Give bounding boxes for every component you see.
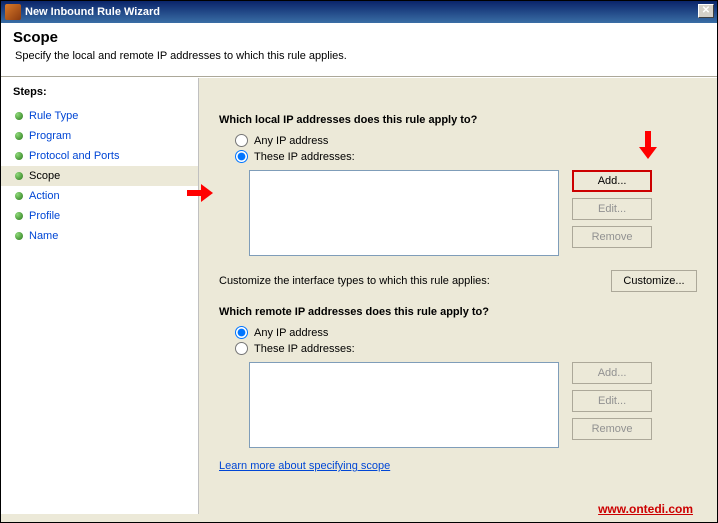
sidebar-step-name[interactable]: Name xyxy=(13,226,190,246)
wizard-window: New Inbound Rule Wizard ✕ Scope Specify … xyxy=(0,0,718,523)
watermark-text: www.ontedi.com xyxy=(598,502,693,516)
step-link[interactable]: Scope xyxy=(29,170,60,182)
local-add-button[interactable]: Add... xyxy=(572,170,652,192)
remote-edit-button: Edit... xyxy=(572,390,652,412)
remote-add-button: Add... xyxy=(572,362,652,384)
steps-sidebar: Steps: Rule Type Program Protocol and Port… xyxy=(1,78,199,514)
step-bullet-icon xyxy=(15,112,23,120)
step-bullet-icon xyxy=(15,232,23,240)
sidebar-step-scope[interactable]: Scope xyxy=(1,166,198,186)
customize-button[interactable]: Customize... xyxy=(611,270,697,292)
steps-heading: Steps: xyxy=(13,86,190,98)
step-link[interactable]: Protocol and Ports xyxy=(29,150,120,162)
step-bullet-icon xyxy=(15,192,23,200)
local-these-ip-label: These IP addresses: xyxy=(254,151,355,163)
main-panel: Which local IP addresses does this rule … xyxy=(199,78,717,514)
local-any-ip-label: Any IP address xyxy=(254,135,328,147)
local-remove-button: Remove xyxy=(572,226,652,248)
sidebar-step-program[interactable]: Program xyxy=(13,126,190,146)
local-any-ip-option[interactable]: Any IP address xyxy=(235,134,697,147)
step-bullet-icon xyxy=(15,132,23,140)
local-edit-button: Edit... xyxy=(572,198,652,220)
step-link[interactable]: Action xyxy=(29,190,60,202)
remote-any-ip-option[interactable]: Any IP address xyxy=(235,326,697,339)
page-subtitle: Specify the local and remote IP addresse… xyxy=(15,50,705,62)
remote-any-ip-radio[interactable] xyxy=(235,326,248,339)
step-link[interactable]: Rule Type xyxy=(29,110,78,122)
sidebar-step-profile[interactable]: Profile xyxy=(13,206,190,226)
learn-more-link[interactable]: Learn more about specifying scope xyxy=(219,460,390,472)
window-title: New Inbound Rule Wizard xyxy=(25,6,160,18)
step-link[interactable]: Profile xyxy=(29,210,60,222)
step-bullet-icon xyxy=(15,212,23,220)
sidebar-step-action[interactable]: Action xyxy=(13,186,190,206)
step-link[interactable]: Program xyxy=(29,130,71,142)
firewall-icon xyxy=(5,4,21,20)
page-title: Scope xyxy=(13,29,705,46)
local-these-ip-option[interactable]: These IP addresses: xyxy=(235,150,697,163)
sidebar-step-protocol-and-ports[interactable]: Protocol and Ports xyxy=(13,146,190,166)
sidebar-step-rule-type[interactable]: Rule Type xyxy=(13,106,190,126)
wizard-header: Scope Specify the local and remote IP ad… xyxy=(1,23,717,77)
local-these-ip-radio[interactable] xyxy=(235,150,248,163)
local-ip-listbox[interactable] xyxy=(249,170,559,256)
step-bullet-icon xyxy=(15,152,23,160)
remote-ip-question: Which remote IP addresses does this rule… xyxy=(219,306,697,318)
remote-these-ip-option[interactable]: These IP addresses: xyxy=(235,342,697,355)
remote-ip-listbox[interactable] xyxy=(249,362,559,448)
remote-remove-button: Remove xyxy=(572,418,652,440)
remote-these-ip-radio[interactable] xyxy=(235,342,248,355)
customize-text: Customize the interface types to which t… xyxy=(219,275,490,287)
step-link[interactable]: Name xyxy=(29,230,58,242)
remote-any-ip-label: Any IP address xyxy=(254,327,328,339)
close-button[interactable]: ✕ xyxy=(698,4,714,18)
local-ip-question: Which local IP addresses does this rule … xyxy=(219,114,697,126)
remote-these-ip-label: These IP addresses: xyxy=(254,343,355,355)
titlebar: New Inbound Rule Wizard ✕ xyxy=(1,1,717,23)
step-bullet-icon xyxy=(15,172,23,180)
local-any-ip-radio[interactable] xyxy=(235,134,248,147)
